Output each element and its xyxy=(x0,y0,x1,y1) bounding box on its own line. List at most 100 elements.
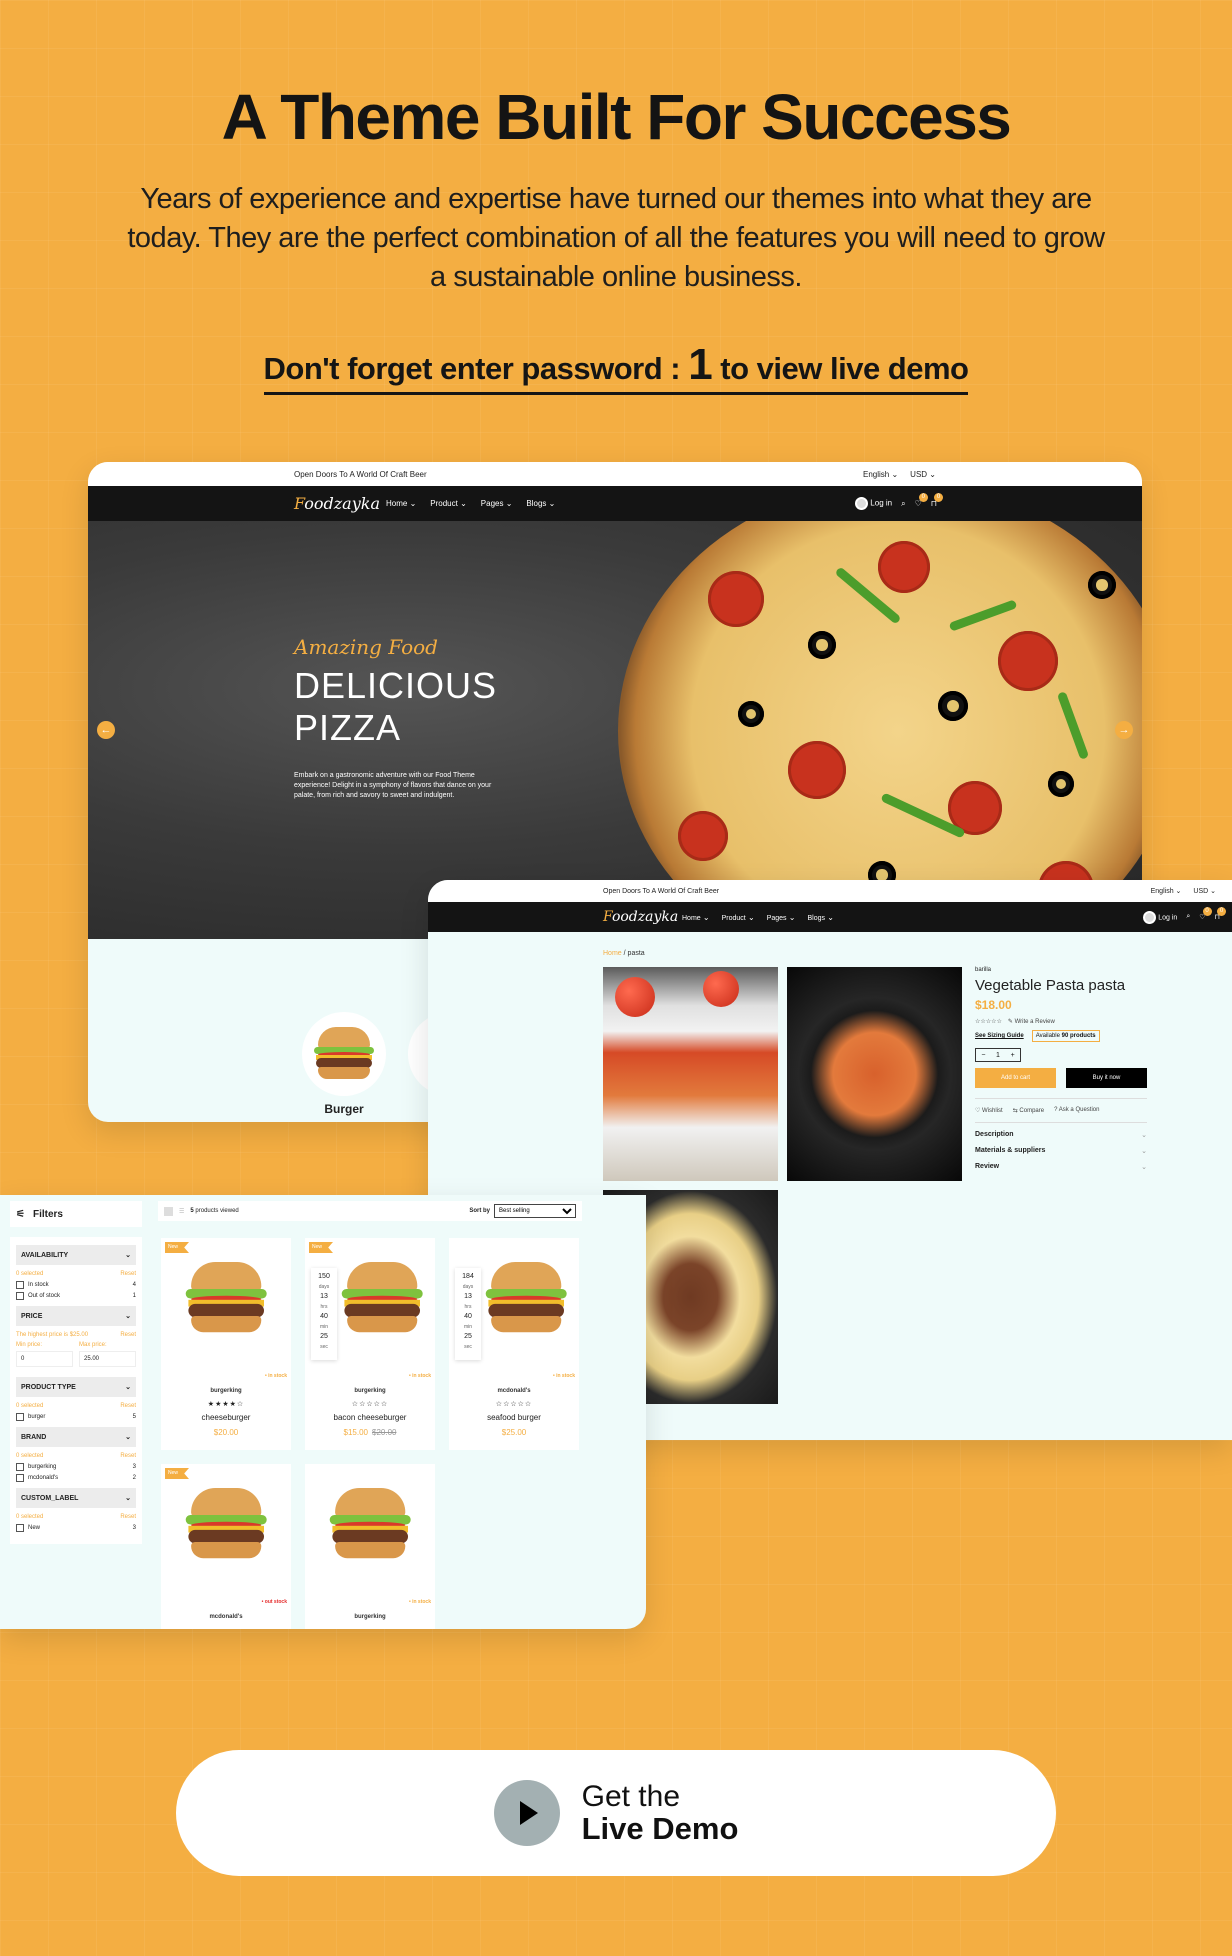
chevron-down-icon: ⌄ xyxy=(1141,1132,1147,1139)
accordion-review[interactable]: Review ⌄ xyxy=(975,1159,1147,1175)
chevron-down-icon: ⌄ xyxy=(1141,1148,1147,1155)
min-price-input[interactable]: 0 xyxy=(16,1351,73,1367)
sizing-guide-link[interactable]: See Sizing Guide xyxy=(975,1033,1024,1039)
product-name[interactable]: seafood burger xyxy=(449,1413,579,1422)
filter-option[interactable]: Out of stock 1 xyxy=(16,1292,136,1300)
nav-item-pages[interactable]: Pages xyxy=(767,913,796,922)
play-icon xyxy=(493,1780,560,1846)
sort-select[interactable]: Best selling xyxy=(494,1204,576,1218)
store-logo[interactable]: Foodzayka xyxy=(294,494,380,513)
list-view-icon[interactable]: ☰ xyxy=(179,1208,184,1215)
announcement-text: Open Doors To A World Of Craft Beer xyxy=(294,469,427,479)
slider-next-arrow[interactable]: → xyxy=(1115,721,1133,739)
slider-prev-arrow[interactable]: ← xyxy=(97,721,115,739)
qty-plus-button[interactable]: + xyxy=(1011,1052,1015,1059)
live-demo-button[interactable]: Get the Live Demo xyxy=(176,1750,1056,1876)
compare-link[interactable]: ⇆ Compare xyxy=(1013,1107,1044,1114)
max-price-input[interactable]: 25.00 xyxy=(79,1351,136,1367)
main-nav: Foodzayka Home Product Pages Blogs Log i… xyxy=(88,486,1142,521)
chevron-down-icon: ⌄ xyxy=(125,1434,131,1441)
product-info: barilla Vegetable Pasta pasta $18.00 ☆☆☆… xyxy=(975,967,1147,1175)
nav-item-home[interactable]: Home xyxy=(386,499,416,508)
product-price: $20.00 xyxy=(213,1428,239,1437)
filter-option[interactable]: New 3 xyxy=(16,1524,136,1532)
nav-item-home[interactable]: Home xyxy=(682,913,710,922)
login-link[interactable]: Log in xyxy=(1143,910,1177,924)
checkbox xyxy=(16,1524,24,1532)
search-icon[interactable]: ⌕ xyxy=(1186,913,1190,921)
rating-stars: ☆☆☆☆☆ xyxy=(975,1019,1002,1025)
product-accordions: Description ⌄ Materials & suppliers ⌄ Revi… xyxy=(975,1122,1147,1175)
cart-icon[interactable]: ⊓ 0 xyxy=(1215,907,1226,921)
user-icon xyxy=(855,497,869,510)
product-card[interactable]: • in stock burgerking xyxy=(305,1464,435,1629)
nav-item-product[interactable]: Product xyxy=(722,913,755,922)
category-item-burger[interactable]: Burger xyxy=(302,1012,386,1116)
accordion-materials[interactable]: Materials & suppliers ⌄ xyxy=(975,1143,1147,1159)
rating-stars: ★★★★☆ xyxy=(207,1401,245,1408)
password-prefix: Don't forget enter password : xyxy=(263,351,689,386)
banner-title: DELICIOUS PIZZA xyxy=(294,665,498,748)
product-name[interactable]: cheeseburger xyxy=(161,1413,291,1422)
reset-link[interactable]: Reset xyxy=(120,1514,136,1520)
product-name[interactable]: bacon cheeseburger xyxy=(305,1413,435,1422)
nav-item-product[interactable]: Product xyxy=(430,499,467,508)
product-brand: barilla xyxy=(975,967,992,973)
filter-option[interactable]: burger 5 xyxy=(16,1413,136,1421)
currency-selector[interactable]: USD ⌄ xyxy=(910,470,936,479)
currency-selector[interactable]: USD ⌄ xyxy=(1193,887,1216,895)
banner-description: Embark on a gastronomic adventure with o… xyxy=(294,772,492,799)
product-card[interactable]: New • out stock mcdonald's xyxy=(161,1464,291,1629)
page-title: A Theme Built For Success xyxy=(221,81,1012,153)
stock-status: • in stock xyxy=(264,1373,287,1379)
nav-item-blogs[interactable]: Blogs xyxy=(807,913,833,922)
wishlist-link[interactable]: ♡ Wishlist xyxy=(975,1107,1003,1114)
ask-question-link[interactable]: ? Ask a Question xyxy=(1054,1107,1099,1114)
reset-link[interactable]: Reset xyxy=(120,1332,136,1338)
write-review-link[interactable]: ✎ Write a Review xyxy=(1008,1018,1055,1025)
product-card[interactable]: New 150 days 13 hrs 40 min 25 sec • in stock… xyxy=(305,1238,435,1450)
breadcrumb-home[interactable]: Home xyxy=(603,950,622,957)
reset-link[interactable]: Reset xyxy=(120,1271,136,1277)
product-brand: mcdonald's xyxy=(209,1614,243,1620)
qty-input[interactable]: 1 xyxy=(996,1052,1000,1059)
chevron-down-icon: ⌄ xyxy=(1141,1164,1147,1171)
login-link[interactable]: Log in xyxy=(855,497,892,510)
product-card[interactable]: 184 days 13 hrs 40 min 25 sec • in stock mcd… xyxy=(449,1238,579,1450)
stock-status: • in stock xyxy=(552,1373,575,1379)
cart-icon[interactable]: ⊓ 0 xyxy=(931,493,943,508)
nav-item-pages[interactable]: Pages xyxy=(481,499,513,508)
product-image-1[interactable] xyxy=(603,967,778,1181)
filter-option[interactable]: burgerking 3 xyxy=(16,1463,136,1471)
store-logo[interactable]: Foodzayka xyxy=(603,909,678,925)
rating-stars: ☆☆☆☆☆ xyxy=(495,1401,533,1408)
reset-link[interactable]: Reset xyxy=(120,1403,136,1409)
checkbox xyxy=(16,1463,24,1471)
product-price: $18.00 xyxy=(975,998,1012,1012)
collection-toolbar: ☰ 5 products viewed Sort by Best selling xyxy=(158,1201,582,1221)
wishlist-icon[interactable]: ♡ 0 xyxy=(915,493,928,508)
password-note: Don't forget enter password : 1 to view … xyxy=(0,340,1232,395)
add-to-cart-button[interactable]: Add to cart xyxy=(975,1068,1056,1088)
nav-item-blogs[interactable]: Blogs xyxy=(526,499,555,508)
product-brand: burgerking xyxy=(354,1614,386,1620)
product-image-2[interactable] xyxy=(787,967,962,1181)
buy-now-button[interactable]: Buy it now xyxy=(1066,1068,1147,1088)
grid-view-icon[interactable] xyxy=(164,1206,173,1216)
chevron-down-icon: ⌄ xyxy=(125,1384,131,1391)
page-subtitle: Years of experience and expertise have t… xyxy=(127,183,1105,293)
filter-option[interactable]: mcdonald's 2 xyxy=(16,1474,136,1482)
hero-banner: Amazing Food DELICIOUS PIZZA Embark on a… xyxy=(88,521,1142,939)
cta-line1: Get the xyxy=(581,1780,681,1813)
accordion-description[interactable]: Description ⌄ xyxy=(975,1127,1147,1143)
product-brand: burgerking xyxy=(354,1388,386,1394)
language-selector[interactable]: English ⌄ xyxy=(863,470,898,479)
wishlist-icon[interactable]: ♡ 0 xyxy=(1199,907,1212,921)
search-icon[interactable]: ⌕ xyxy=(901,499,905,509)
qty-minus-button[interactable]: − xyxy=(981,1052,985,1059)
language-selector[interactable]: English ⌄ xyxy=(1151,887,1182,895)
category-image xyxy=(302,1012,386,1096)
filter-option[interactable]: In stock 4 xyxy=(16,1281,136,1289)
reset-link[interactable]: Reset xyxy=(120,1453,136,1459)
product-card[interactable]: New • in stock burgerking ★★★★☆ cheesebu… xyxy=(161,1238,291,1450)
